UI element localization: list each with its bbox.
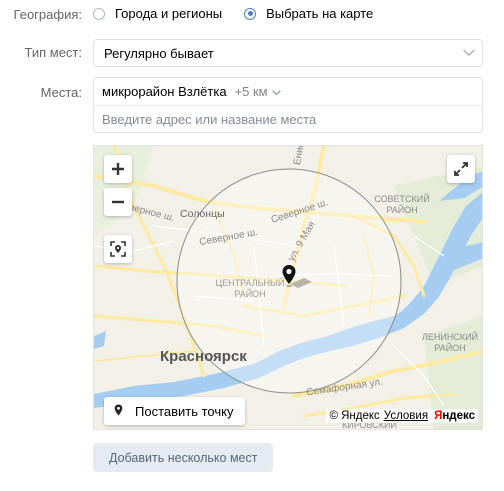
yandex-logo: Яндекс (434, 410, 475, 422)
map-label-solontsy: Солонцы (180, 208, 225, 220)
chevron-down-icon (271, 84, 281, 99)
map-label-leninskiy: ЛЕНИНСКИЙ РАЙОН (421, 332, 479, 353)
radio-select-on-map[interactable]: Выбрать на карте (244, 6, 373, 21)
radio-circle-icon (93, 7, 105, 20)
zoom-out-button[interactable] (104, 188, 132, 216)
geography-radio-group: Города и регионы Выбрать на карте (93, 6, 395, 21)
map-copyright: © Яндекс Условия Яндекс (326, 409, 478, 423)
geolocation-button[interactable] (104, 235, 132, 263)
map-pin-icon (281, 264, 297, 291)
place-chip[interactable]: микрорайон Взлётка +5 км (94, 78, 482, 106)
radio-select-on-map-label: Выбрать на карте (266, 6, 374, 21)
place-type-value: Регулярно бывает (104, 45, 214, 61)
address-search-input[interactable] (94, 106, 480, 132)
places-label: Места: (40, 85, 82, 100)
zoom-in-button[interactable] (104, 155, 132, 183)
place-radius-dropdown[interactable]: +5 км (235, 84, 281, 99)
radio-cities-regions-label: Города и регионы (115, 6, 223, 21)
fullscreen-icon (454, 162, 468, 176)
place-type-select[interactable]: Регулярно бывает (93, 39, 483, 67)
chevron-down-icon (463, 49, 475, 58)
terms-link[interactable]: Условия (384, 410, 428, 422)
geography-label: География: (13, 7, 82, 22)
place-chip-name: микрорайон Взлётка (102, 84, 227, 99)
location-pin-icon (114, 404, 123, 419)
place-point-label: Поставить точку (135, 403, 234, 419)
fullscreen-button[interactable] (447, 155, 475, 183)
place-point-button[interactable]: Поставить точку (104, 397, 246, 425)
place-type-label: Тип мест: (24, 45, 82, 60)
place-radius-value: +5 км (234, 84, 268, 99)
minus-icon (112, 200, 124, 204)
geolocation-icon (110, 241, 126, 257)
plus-icon (112, 163, 124, 175)
map-label-sovetskiy: СОВЕТСКИЙ РАЙОН (374, 194, 430, 215)
places-input-box: микрорайон Взлётка +5 км (93, 77, 483, 133)
radio-cities-regions[interactable]: Города и регионы (93, 6, 222, 21)
map-label-krasnoyarsk: Красноярск (160, 348, 247, 365)
add-multiple-places-button[interactable]: Добавить несколько мест (93, 443, 274, 472)
map-label-centralny: ЦЕНТРАЛЬНЫЙ РАЙОН (215, 278, 285, 299)
radio-circle-checked-icon (244, 7, 257, 20)
map-widget[interactable]: Солонцы Северное ш. Северное ш. Северное… (93, 145, 483, 430)
copyright-text: © Яндекс (329, 410, 380, 422)
